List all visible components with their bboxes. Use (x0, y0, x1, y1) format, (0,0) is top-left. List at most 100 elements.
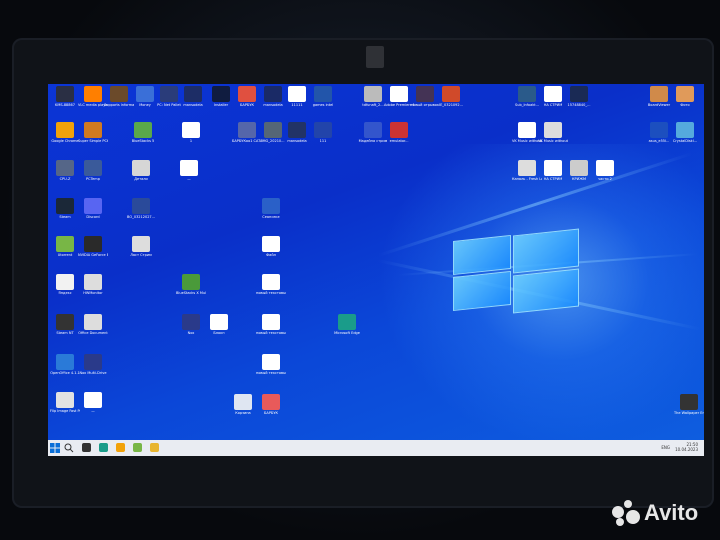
desktop-icon[interactable]: 1 (176, 122, 206, 143)
app-icon (518, 122, 536, 138)
app-icon (84, 314, 102, 330)
app-icon (390, 122, 408, 138)
desktop-icon-label: IE_0321092... (439, 103, 463, 107)
desktop-icon[interactable]: BlueStacks 5 (128, 122, 158, 143)
desktop-icon-label: PCTemp (86, 177, 100, 181)
taskbar-app-explorer-icon[interactable] (150, 443, 159, 452)
app-icon (182, 122, 200, 138)
desktop-icon[interactable]: Детали (126, 160, 156, 181)
desktop-icon-label: новый текстовый... (256, 371, 286, 375)
desktop-icon-label: VK Music without co... (538, 139, 568, 143)
desktop-icon[interactable]: 15748840_... (564, 86, 594, 107)
windows-start-icon[interactable] (50, 443, 60, 453)
app-icon (160, 86, 178, 102)
app-icon (338, 314, 356, 330)
desktop-icon-label: The Wallpaper Engine Fallout Pro (674, 411, 704, 415)
app-icon (544, 122, 562, 138)
desktop-icon-label: Utorrent (57, 253, 73, 257)
desktop-icon[interactable]: БАРБУК (256, 394, 286, 415)
desktop-icon[interactable]: emulator... (384, 122, 414, 143)
desktop-icon[interactable]: Steam NT (50, 314, 80, 335)
avito-logo-icon (612, 500, 640, 526)
desktop-icon[interactable]: части 2 (590, 160, 620, 181)
desktop-icon[interactable]: CPU-Z (50, 160, 80, 181)
app-icon (680, 394, 698, 410)
app-icon (264, 122, 282, 138)
app-icon (234, 394, 252, 410)
taskbar-app-utorrent-icon[interactable] (133, 443, 142, 452)
app-icon (676, 122, 694, 138)
taskbar-app-chrome-icon[interactable] (116, 443, 125, 452)
app-icon (84, 274, 102, 290)
app-icon (56, 274, 74, 290)
desktop-icon[interactable]: NVIDIA GeForce Experience (78, 236, 108, 257)
desktop-icon[interactable]: VK Music without co... (538, 122, 568, 143)
app-icon (136, 86, 154, 102)
desktop-icon[interactable]: BO_03212027... (126, 198, 156, 219)
app-icon (518, 86, 536, 102)
desktop-icon[interactable]: mansodela (178, 86, 208, 107)
desktop-icon[interactable]: Office Document (78, 314, 108, 335)
desktop-icon[interactable]: Microsoft Edge (332, 314, 362, 335)
desktop-icon-label: 15748840_... (567, 103, 591, 107)
taskbar-app-taskview-icon[interactable] (82, 443, 91, 452)
desktop-icon[interactable]: — (174, 160, 204, 181)
desktop-icon[interactable]: Фото (670, 86, 700, 107)
avito-wordmark: Avito (644, 500, 699, 525)
app-icon (56, 392, 74, 408)
taskbar-app-edge-icon[interactable] (99, 443, 108, 452)
desktop-icon[interactable]: games intel (308, 86, 338, 107)
desktop-icon[interactable]: Блокн (204, 314, 234, 335)
desktop-icon[interactable]: CrystalDiskI... (670, 122, 700, 143)
desktop-icon-label: HWMonitor (83, 291, 103, 295)
desktop-icon-label: Super Simple PCtools (78, 139, 108, 143)
desktop-icon[interactable]: Utorrent (50, 236, 80, 257)
desktop-icon-label: — (91, 409, 95, 413)
app-icon (180, 160, 198, 176)
desktop-icon[interactable]: Discord (78, 198, 108, 219)
app-icon (84, 354, 102, 370)
desktop-icon[interactable]: Flip Image Fast Pro (50, 392, 80, 413)
desktop-icon[interactable]: The Wallpaper Engine Fallout Pro (674, 394, 704, 415)
desktop-icon[interactable]: IE_0321092... (436, 86, 466, 107)
desktop-icon[interactable]: Яндекс (50, 274, 80, 295)
desktop-icon[interactable]: Корзина (228, 394, 258, 415)
desktop-icon[interactable]: Nox Multi-Drive (78, 354, 108, 375)
language-indicator[interactable]: ENG (661, 445, 670, 450)
desktop-icon[interactable]: Файл (256, 236, 286, 257)
app-icon (288, 86, 306, 102)
desktop-icon[interactable]: новый текстовый... (256, 354, 286, 375)
desktop-icon[interactable]: 111 (308, 122, 338, 143)
desktop-icon[interactable]: OpenOffice 4.1.1 (50, 354, 80, 375)
desktop-icon-label: BO_03212027... (127, 215, 155, 219)
app-icon (56, 236, 74, 252)
desktop-icon[interactable]: Сеансеке (256, 198, 286, 219)
desktop-icon[interactable]: PCTemp (78, 160, 108, 181)
app-icon (262, 354, 280, 370)
desktop-icon[interactable]: KMS-88867 (50, 86, 80, 107)
desktop-icon-label: CrystalDiskI... (672, 139, 698, 143)
app-icon (262, 394, 280, 410)
app-icon (650, 122, 668, 138)
system-clock[interactable]: 21:50 10.04.2023 (675, 442, 698, 452)
desktop-icon-label: emulator... (389, 139, 409, 143)
desktop-icon[interactable]: Ласт Стрим (126, 236, 156, 257)
desktop-icon-label: BlueStacks 5 (131, 139, 155, 143)
desktop-icon[interactable]: Nox (176, 314, 206, 335)
desktop-icon[interactable]: новый текстовый... (256, 274, 286, 295)
app-icon (518, 160, 536, 176)
desktop-icon[interactable]: Super Simple PCtools (78, 122, 108, 143)
desktop-icon-label: Steam (59, 215, 71, 219)
app-icon (238, 122, 256, 138)
desktop-icon[interactable]: — (78, 392, 108, 413)
desktop-icon-label: mansodela (183, 103, 203, 107)
desktop-icon[interactable]: BlueStacks X Multi-Instan... (176, 274, 206, 295)
search-icon[interactable] (64, 443, 74, 453)
desktop-icon[interactable]: HWMonitor (78, 274, 108, 295)
desktop-icon[interactable]: новый текстовый... (256, 314, 286, 335)
desktop-icon[interactable]: Steam (50, 198, 80, 219)
desktop-icon-label: Сеансеке (262, 215, 280, 219)
desktop-icon[interactable]: Google Chrome (50, 122, 80, 143)
app-icon (56, 354, 74, 370)
app-icon (84, 160, 102, 176)
